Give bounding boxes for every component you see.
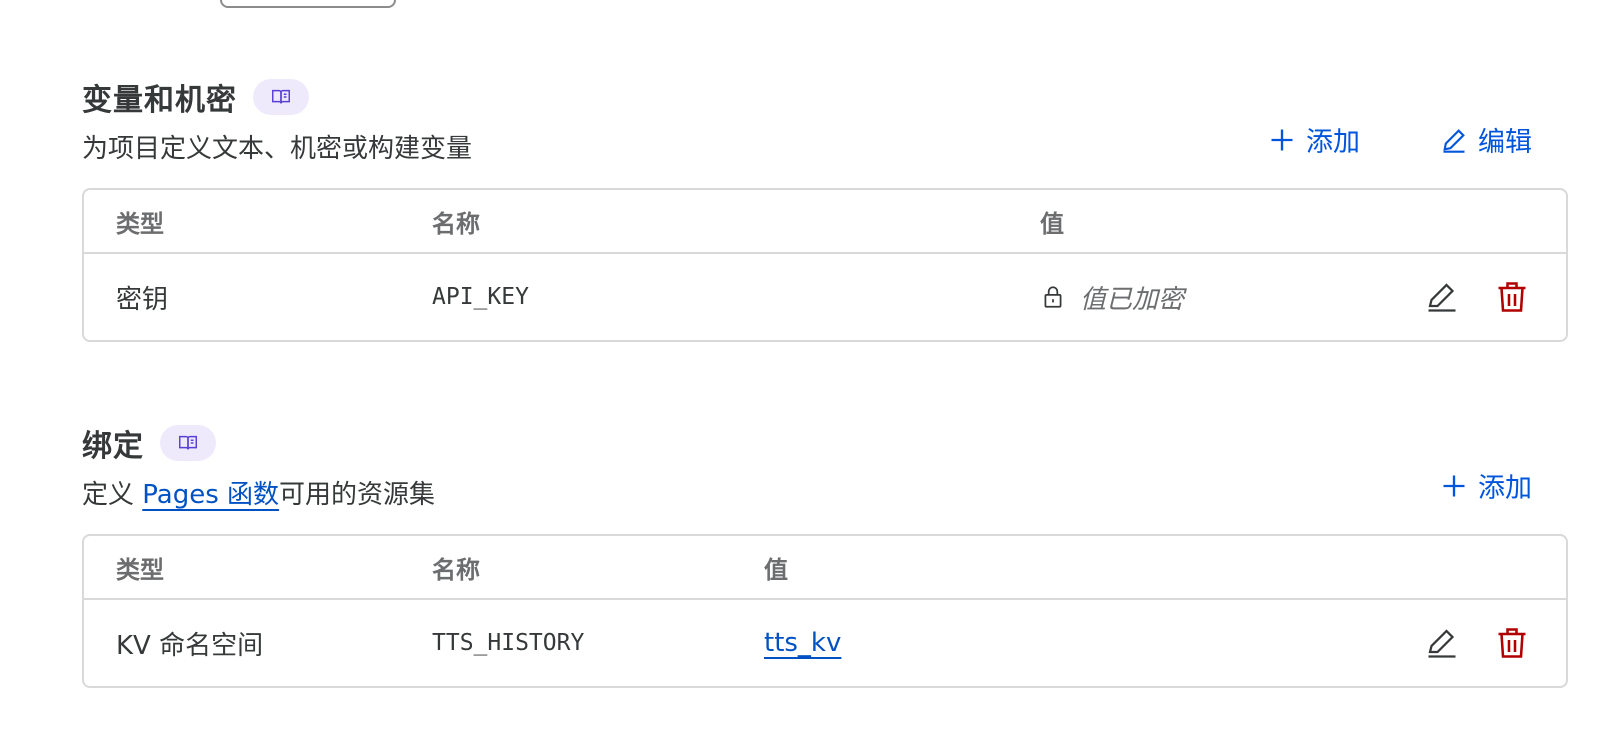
section-description: 定义 Pages 函数可用的资源集 [82,474,1568,511]
column-header-value: 值 [1040,209,1064,238]
trash-icon [1498,628,1526,658]
row-name: TTS_HISTORY [432,630,585,656]
pencil-icon [1428,629,1456,658]
docs-link-button[interactable] [253,79,309,115]
variables-secrets-section: 变量和机密 为项目定义文本、机密或构建变量 添加 编辑 类型 名称 值 密钥 A… [82,72,1568,342]
plus-icon [1271,129,1293,150]
add-label: 添加 [1478,473,1532,504]
row-type: 密钥 [116,284,169,315]
row-actions [1424,625,1530,661]
row-type: KV 命名空间 [116,630,264,661]
column-header-name: 名称 [432,555,480,584]
variables-table: 类型 名称 值 密钥 API_KEY 值已加密 [82,188,1568,342]
lock-icon [1044,286,1062,308]
column-header-value: 值 [764,555,788,584]
book-icon [272,89,290,104]
pages-functions-link[interactable]: Pages 函数 [142,480,279,510]
book-icon [179,435,197,450]
pencil-icon [1428,283,1456,312]
description-prefix: 定义 [82,480,143,510]
row-value: 值已加密 [1040,279,1184,316]
edit-label: 编辑 [1478,127,1532,158]
section-header: 绑定 定义 Pages 函数可用的资源集 添加 [82,418,1568,534]
add-binding-button[interactable]: 添加 [1440,466,1532,505]
section-title: 变量和机密 [82,83,237,118]
plus-icon [1443,475,1465,496]
kv-namespace-link[interactable]: tts_kv [764,628,841,658]
column-header-type: 类型 [116,555,164,584]
table-row: 密钥 API_KEY 值已加密 [84,254,1566,340]
row-value: tts_kv [764,628,841,658]
docs-link-button[interactable] [160,425,216,461]
trash-icon [1498,282,1526,312]
previous-section-button-edge [220,0,396,8]
bindings-table: 类型 名称 值 KV 命名空间 TTS_HISTORY tts_kv [82,534,1568,688]
section-title: 绑定 [82,429,144,464]
column-header-name: 名称 [432,209,480,238]
table-row: KV 命名空间 TTS_HISTORY tts_kv [84,600,1566,686]
add-variable-button[interactable]: 添加 [1268,120,1360,159]
pencil-icon [1443,128,1465,153]
description-suffix: 可用的资源集 [279,480,436,510]
edit-row-button[interactable] [1424,279,1460,315]
bindings-section: 绑定 定义 Pages 函数可用的资源集 添加 类型 名称 值 KV 命名空间 … [82,418,1568,688]
encrypted-value-text: 值已加密 [1080,284,1185,315]
add-label: 添加 [1306,127,1360,158]
edit-variables-button[interactable]: 编辑 [1440,120,1532,159]
row-name: API_KEY [432,284,529,310]
edit-row-button[interactable] [1424,625,1460,661]
table-header-row: 类型 名称 值 [84,190,1566,254]
column-header-type: 类型 [116,209,164,238]
delete-row-button[interactable] [1494,279,1530,315]
section-header: 变量和机密 为项目定义文本、机密或构建变量 添加 编辑 [82,72,1568,188]
row-actions [1424,279,1530,315]
table-header-row: 类型 名称 值 [84,536,1566,600]
delete-row-button[interactable] [1494,625,1530,661]
